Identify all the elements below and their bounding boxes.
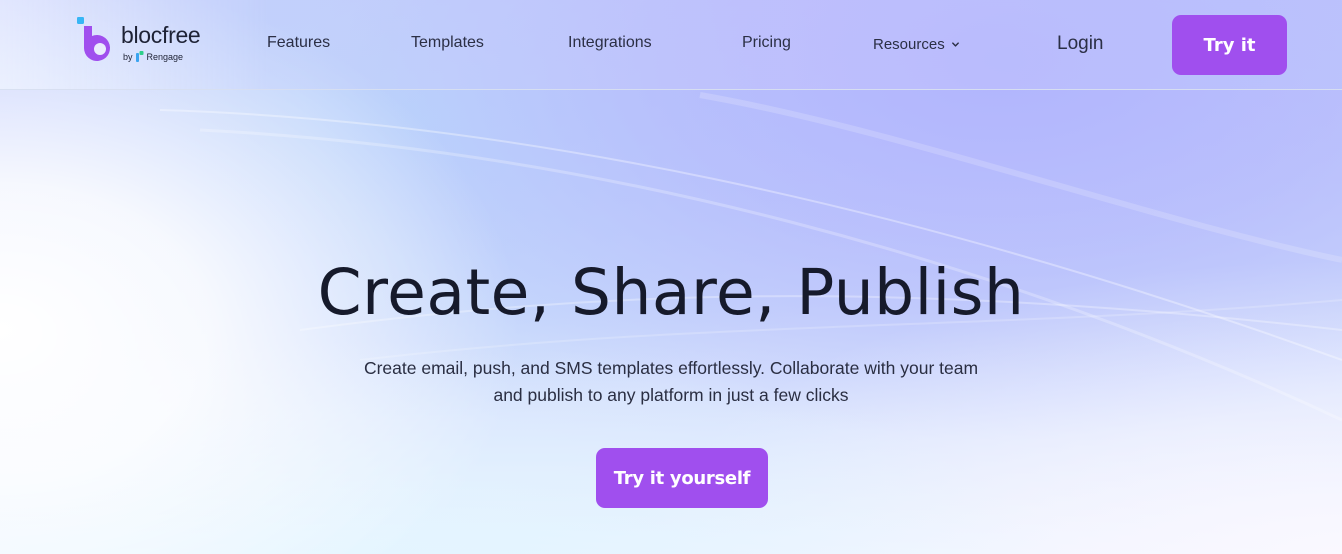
try-it-button[interactable]: Try it <box>1172 15 1287 75</box>
parent-brand-name: Rengage <box>146 51 184 62</box>
login-link[interactable]: Login <box>1057 33 1104 55</box>
hero-subtitle-line-2: and publish to any platform in just a fe… <box>493 385 849 405</box>
rengage-logo-icon <box>135 51 144 62</box>
hero-title: Create, Share, Publish <box>317 256 1025 329</box>
try-it-yourself-button[interactable]: Try it yourself <box>596 448 768 508</box>
brand-logo[interactable]: blocfree by Rengage <box>76 16 226 66</box>
top-nav-bar: blocfree by Rengage Features Templates I… <box>0 0 1342 90</box>
hero-subtitle-line-1: Create email, push, and SMS templates ef… <box>363 358 979 378</box>
nav-templates[interactable]: Templates <box>411 34 484 52</box>
nav-resources-dropdown[interactable]: Resources <box>873 36 960 53</box>
nav-resources-label: Resources <box>873 36 945 53</box>
brand-byline: by Rengage <box>123 51 183 62</box>
nav-features[interactable]: Features <box>267 34 330 52</box>
nav-pricing[interactable]: Pricing <box>742 34 791 52</box>
blocfree-logo-icon <box>77 17 110 61</box>
nav-integrations[interactable]: Integrations <box>568 34 652 52</box>
by-label: by <box>123 51 133 62</box>
chevron-down-icon <box>951 42 959 47</box>
brand-name: blocfree <box>121 22 201 48</box>
hero-subtitle: Create email, push, and SMS templates ef… <box>0 355 1342 409</box>
